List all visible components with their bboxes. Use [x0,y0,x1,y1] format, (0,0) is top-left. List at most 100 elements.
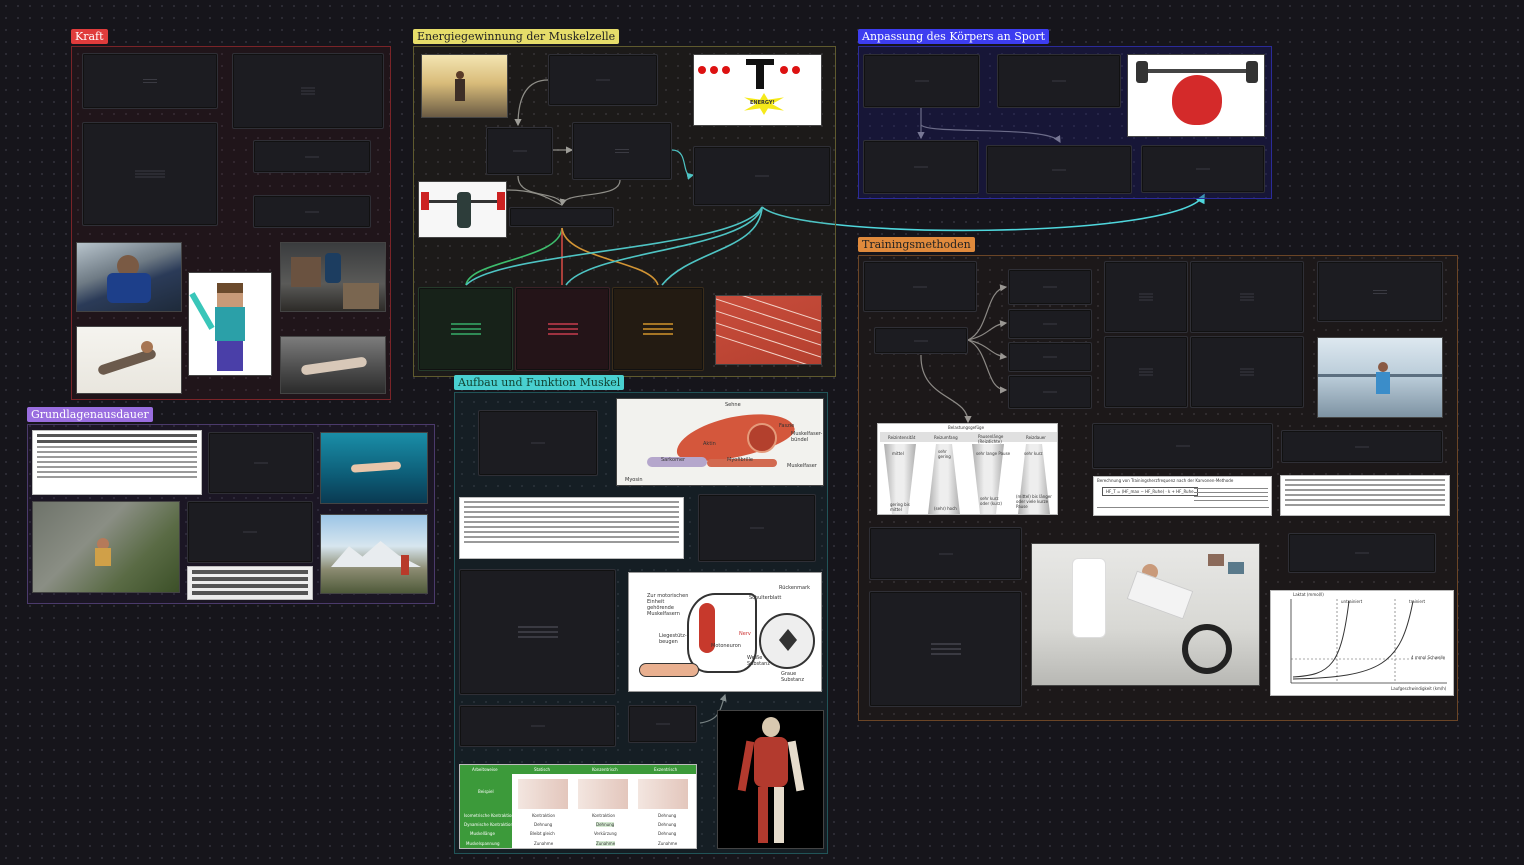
contraction-header: Exzentrisch [654,767,678,772]
photo-woman-deadlift[interactable] [418,181,507,238]
atp-energy-label: ENERGY! [750,100,775,106]
note-card[interactable] [82,122,218,226]
methods-cell: gering bis mittel [890,502,910,512]
photo-swimmer[interactable] [320,432,428,504]
photo-stretching-bridge[interactable] [1317,337,1443,418]
contraction-cell: Zunahme [596,841,616,846]
diagram-muscle-structure[interactable]: Sehne Faszie Muskelfaser-bündel Aktin My… [616,398,824,486]
lactate-chart-image[interactable]: Laktat (mmol/l) untrainiert trainiert La… [1270,590,1454,696]
nerve-label: Nerv [739,631,751,637]
note-card[interactable] [1190,336,1304,408]
photo-plank-woman[interactable] [76,326,182,394]
group-title-energiegewinnung[interactable]: Energiegewinnung der Muskelzelle [413,29,620,44]
note-card[interactable] [693,146,831,206]
note-card[interactable] [478,410,598,476]
contraction-cell: Bleibt gleich [530,831,555,836]
photo-rock-climber[interactable] [32,501,180,593]
muscle-label: Aktin [703,441,716,447]
note-card[interactable] [1190,261,1304,333]
note-card[interactable] [869,527,1022,580]
note-card[interactable] [253,140,371,173]
note-card[interactable] [1008,309,1092,339]
contraction-header: Arbeitsweise [472,767,498,772]
note-card-red[interactable] [515,287,610,371]
nerve-label: Zur motorischen Einheit gehörende Muskel… [647,593,689,617]
text-document[interactable] [459,497,684,559]
note-card[interactable] [232,53,384,129]
methods-cell: (mittel) bis länger oder viele kurze Pau… [1016,494,1052,509]
note-card[interactable] [459,569,616,695]
note-card-green[interactable] [418,287,513,371]
note-card[interactable] [863,261,977,312]
note-card[interactable] [187,501,313,563]
note-card[interactable] [82,53,218,109]
formula-document[interactable]: Berechnung von Trainingsherzfrequenz nac… [1093,476,1272,516]
note-card[interactable] [509,207,614,227]
note-card[interactable] [863,140,979,194]
text-document[interactable] [187,566,313,600]
note-card[interactable] [874,327,968,354]
note-card[interactable] [1104,336,1188,408]
diagram-atp-adp[interactable]: ENERGY! [693,54,822,126]
group-title-kraft[interactable]: Kraft [71,29,108,44]
note-card[interactable] [1141,145,1265,193]
note-card[interactable] [1317,261,1443,322]
methods-col-header: Pausenlänge (Reizdichte) [978,434,1004,444]
muscle-label: Muskelfaser [787,463,817,469]
photo-plank-floor[interactable] [280,336,386,394]
contraction-rowlabel: Muskelspannung [466,841,500,846]
contraction-rowlabel: Muskellänge [470,831,495,836]
note-card[interactable] [986,145,1132,194]
diagram-motor-unit[interactable]: Zur motorischen Einheit gehörende Muskel… [628,572,822,692]
methods-table-header: Belastungsgefüge [948,425,985,430]
photo-box-jump[interactable] [280,242,386,312]
text-document[interactable] [1280,475,1450,516]
note-card[interactable] [1008,375,1092,409]
group-title-aufbau-muskel[interactable]: Aufbau und Funktion Muskel [454,375,625,390]
note-card[interactable] [869,591,1022,707]
note-card[interactable] [253,195,371,228]
lactate-label: Laktat (mmol/l) [1293,592,1324,597]
photo-heart-barbell[interactable] [1127,54,1265,137]
methods-col-header: Reizumfang [934,435,958,440]
note-card[interactable] [572,122,672,180]
contraction-rowlabel: Dynamische Kontraktion [464,822,514,827]
note-card[interactable] [698,494,816,562]
note-card[interactable] [1092,423,1273,469]
muscle-label: Sehne [725,402,741,408]
note-card[interactable] [208,432,314,494]
note-card[interactable] [548,54,658,106]
photo-runner-sunset[interactable] [421,54,508,118]
photo-minecraft-steve[interactable] [188,272,272,376]
contraction-cell: Dehnung [658,822,677,827]
photo-running-track[interactable] [715,295,822,365]
photo-gym-curl[interactable] [76,242,182,312]
note-card[interactable] [1008,342,1092,372]
nerve-label: Schulterblatt [749,595,782,601]
contraction-rowlabel: Beispiel [478,789,494,794]
note-card[interactable] [1288,533,1436,573]
photo-mountain-hiker[interactable] [320,514,428,594]
note-card[interactable] [628,705,697,743]
note-card[interactable] [1008,269,1092,305]
group-title-anpassung[interactable]: Anpassung des Körpers an Sport [858,29,1050,44]
text-document[interactable] [32,430,202,495]
photo-anatomy-skeleton[interactable] [717,710,824,849]
muscle-label: Myofibrille [727,457,753,463]
note-card[interactable] [459,705,616,747]
note-card-orange[interactable] [612,287,704,371]
photo-cycling-test[interactable] [1031,543,1260,686]
group-title-grundlagenausdauer[interactable]: Grundlagenausdauer [27,407,153,422]
note-card[interactable] [486,127,553,175]
note-card[interactable] [1104,261,1188,333]
methods-cell: sehr kurz oder (kurz) [980,496,1002,506]
methods-table-image[interactable]: Belastungsgefüge Reizintensität Reizumfa… [877,423,1058,515]
methods-cell: (sehr) hoch [934,506,957,511]
lactate-chart-svg [1290,599,1447,684]
group-title-trainingsmethoden[interactable]: Trainingsmethoden [858,237,975,252]
note-card[interactable] [1281,430,1443,463]
contraction-table-image[interactable]: Arbeitsweise Statisch Konzentrisch Exzen… [459,764,697,849]
methods-cell: mittel [892,451,904,456]
note-card[interactable] [863,54,980,108]
note-card[interactable] [997,54,1121,108]
